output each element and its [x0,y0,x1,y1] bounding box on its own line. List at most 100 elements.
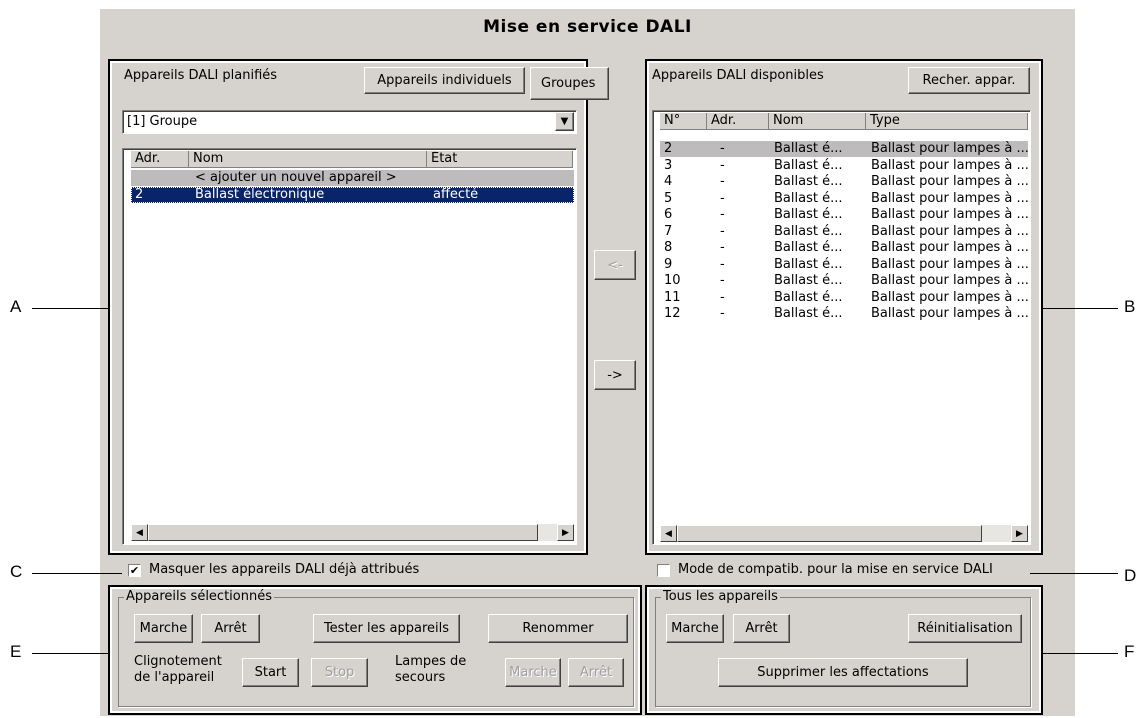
row-adr: - [720,240,725,255]
row-adr: - [720,141,725,156]
table-row[interactable]: 2 Ballast électronique affecté [131,187,574,203]
available-devices-list[interactable]: N° Adr. Nom Type 2 - Ballast é... Ballast p… [652,110,1031,545]
blink-stop-button[interactable]: Stop [311,658,368,687]
callout-line-e [32,653,108,654]
delete-assignments-button[interactable]: Supprimer les affectations [718,658,968,687]
compat-mode-checkbox[interactable] [657,564,670,577]
row-n: 10 [664,273,681,288]
column-header-adr[interactable]: Adr. [131,151,189,168]
table-row[interactable]: 7 - Ballast é... Ballast pour lampes à ... [660,223,1029,240]
search-devices-button[interactable]: Recher. appar. [908,67,1030,94]
test-devices-button[interactable]: Tester les appareils [313,614,460,643]
group-select-value: [1] Groupe [127,114,198,129]
row-n: 4 [664,174,673,189]
table-row[interactable]: 12 - Ballast é... Ballast pour lampes à ... [660,306,1029,322]
hide-assigned-label: Masquer les appareils DALI déjà attribué… [149,562,420,577]
callout-a: A [10,297,22,316]
table-row[interactable]: 5 - Ballast é... Ballast pour lampes à ... [660,190,1029,207]
row-adr: - [720,306,725,321]
callout-line-a [32,308,108,309]
column-header-n[interactable]: N° [660,113,707,130]
scroll-right-icon[interactable]: ▶ [557,524,574,541]
table-row[interactable]: 2 - Ballast é... Ballast pour lampes à ... [660,141,1029,157]
row-adr: - [720,273,725,288]
horizontal-scrollbar[interactable]: ◀ ▶ [131,524,574,541]
table-row[interactable]: 3 - Ballast é... Ballast pour lampes à ... [660,157,1029,174]
tab-groups[interactable]: Groupes [530,67,609,100]
blink-label-line2: de l'appareil [134,670,215,685]
chevron-down-icon[interactable]: ▼ [555,112,574,131]
column-header-nom[interactable]: Nom [189,151,427,168]
tab-individual-devices[interactable]: Appareils individuels [364,67,525,94]
row-adr: - [720,157,725,173]
row-n: 5 [664,190,673,206]
row-n: 2 [664,141,673,156]
row-nom: Ballast é... [774,240,843,255]
table-row[interactable]: 10 - Ballast é... Ballast pour lampes à ... [660,273,1029,289]
scroll-right-icon[interactable]: ▶ [1011,525,1028,542]
callout-e: E [10,642,22,661]
row-adr: - [720,174,725,189]
callout-f: F [1124,642,1135,661]
add-device-row[interactable]: < ajouter un nouvel appareil > [131,170,574,186]
row-nom: Ballast é... [774,289,843,305]
horizontal-scrollbar[interactable]: ◀ ▶ [660,525,1028,542]
all-off-button[interactable]: Arrêt [733,614,790,643]
row-nom: Ballast é... [774,223,843,239]
move-left-button[interactable]: <- [594,250,636,280]
table-row[interactable]: 9 - Ballast é... Ballast pour lampes à ... [660,256,1029,273]
row-adr: 2 [135,187,144,202]
callout-line-f [1041,653,1118,654]
all-on-button[interactable]: Marche [666,614,724,643]
row-adr: - [720,223,725,239]
row-n: 8 [664,240,673,255]
row-type: Ballast pour lampes à ... [871,273,1029,288]
emergency-on-button[interactable]: Marche [505,658,561,687]
callout-line-c [32,573,122,574]
hide-assigned-checkbox[interactable]: ✔ [128,564,141,577]
callout-line-d [1030,573,1118,574]
column-header-adr[interactable]: Adr. [707,113,769,130]
row-adr: - [720,256,725,272]
selected-devices-title: Appareils sélectionnés [124,589,274,604]
column-header-type[interactable]: Type [866,113,1028,130]
table-row[interactable]: 6 - Ballast é... Ballast pour lampes à ... [660,207,1029,223]
scroll-thumb[interactable] [148,524,538,541]
emergency-label-line1: Lampes de [395,654,467,669]
callout-line-b [1041,308,1118,309]
scroll-left-icon[interactable]: ◀ [131,524,148,541]
table-row[interactable]: 8 - Ballast é... Ballast pour lampes à ... [660,240,1029,256]
table-row[interactable]: 4 - Ballast é... Ballast pour lampes à ... [660,174,1029,190]
emergency-off-button[interactable]: Arrêt [568,658,624,687]
row-nom: Ballast é... [774,256,843,272]
row-nom: Ballast é... [774,306,843,321]
row-etat: affecté [433,187,479,202]
blink-start-button[interactable]: Start [242,658,299,687]
column-header-etat[interactable]: État [427,151,573,168]
on-button[interactable]: Marche [134,614,193,643]
row-type: Ballast pour lampes à ... [871,256,1029,272]
all-devices-title: Tous les appareils [661,589,780,604]
row-nom: Ballast électronique [195,187,325,202]
callout-d: D [1124,566,1137,585]
row-type: Ballast pour lampes à ... [871,157,1029,173]
off-button[interactable]: Arrêt [201,614,260,643]
rename-button[interactable]: Renommer [488,614,628,643]
row-type: Ballast pour lampes à ... [871,240,1029,255]
column-header-nom[interactable]: Nom [769,113,866,130]
row-n: 7 [664,223,673,239]
table-row[interactable]: 11 - Ballast é... Ballast pour lampes à ... [660,289,1029,306]
group-select[interactable]: [1] Groupe ▼ [122,110,577,134]
scroll-left-icon[interactable]: ◀ [660,525,677,542]
window-title: Mise en service DALI [483,17,692,37]
available-devices-label: Appareils DALI disponibles [652,68,824,83]
move-right-button[interactable]: -> [594,360,636,390]
row-n: 3 [664,157,673,173]
compat-mode-label: Mode de compatib. pour la mise en servic… [678,562,993,577]
scroll-thumb[interactable] [677,525,982,542]
row-type: Ballast pour lampes à ... [871,223,1029,239]
row-type: Ballast pour lampes à ... [871,174,1029,189]
row-adr: - [720,289,725,305]
planned-devices-list[interactable]: Adr. Nom État < ajouter un nouvel appare… [122,148,577,545]
reset-button[interactable]: Réinitialisation [908,614,1022,643]
